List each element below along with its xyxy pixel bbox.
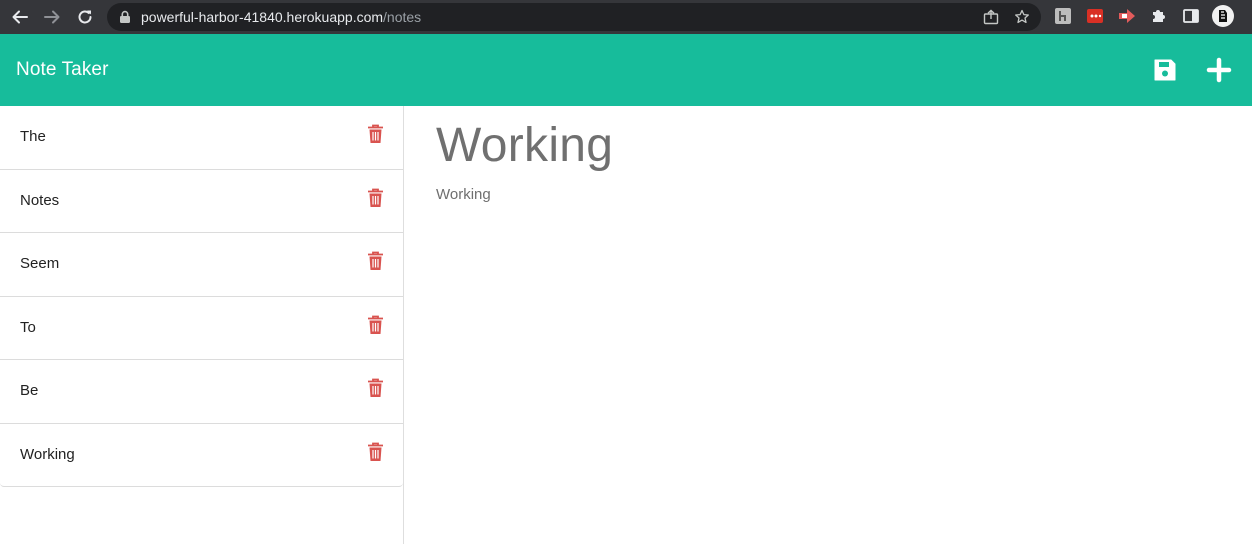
extension-red-icon (1087, 9, 1103, 23)
app-header: Note Taker (0, 34, 1252, 106)
note-list: The Notes Seem To Be Working (0, 106, 403, 487)
reload-button[interactable] (73, 5, 97, 29)
app-title: Note Taker (16, 59, 109, 80)
trash-icon[interactable] (367, 188, 384, 208)
note-title: To (20, 318, 36, 336)
notes-sidebar: The Notes Seem To Be Working (0, 106, 404, 544)
url-domain: powerful-harbor-41840.herokuapp.com (141, 9, 384, 25)
extension-arrow-icon (1119, 9, 1135, 23)
arrow-right-icon (44, 10, 60, 24)
url-text: powerful-harbor-41840.herokuapp.com/note… (141, 3, 421, 31)
save-note-button[interactable] (1152, 57, 1178, 83)
address-bar[interactable]: powerful-harbor-41840.herokuapp.com/note… (107, 3, 1041, 31)
bookmark-button[interactable] (1013, 8, 1031, 26)
share-button[interactable] (982, 8, 1000, 26)
forward-button[interactable] (40, 5, 64, 29)
avatar (1212, 5, 1234, 27)
browser-toolbar: powerful-harbor-41840.herokuapp.com/note… (0, 0, 1252, 34)
trash-icon[interactable] (367, 378, 384, 398)
lock-icon (120, 10, 130, 23)
note-title: Be (20, 382, 39, 399)
arrow-left-icon (12, 10, 28, 24)
note-title: Notes (20, 191, 60, 209)
note-list-item[interactable]: The (0, 106, 403, 169)
extension-h-icon (1055, 8, 1071, 24)
note-title: Seem (20, 255, 60, 272)
star-icon (1015, 9, 1029, 24)
note-list-item[interactable]: To (0, 295, 403, 360)
new-note-button[interactable] (1206, 57, 1232, 83)
plus-icon (1206, 57, 1232, 83)
note-list-item[interactable]: Be (0, 359, 403, 423)
note-text-area[interactable]: Working (436, 186, 491, 203)
extensions-button[interactable] (1150, 7, 1168, 25)
url-path: /notes (383, 9, 422, 25)
note-title-input[interactable]: Working (436, 118, 613, 173)
note-editor: Working Working (405, 106, 1252, 544)
reload-icon (78, 10, 92, 24)
extension-3-button[interactable] (1118, 7, 1136, 25)
trash-icon[interactable] (367, 251, 384, 271)
puzzle-icon (1153, 10, 1165, 22)
note-title: Working (20, 445, 75, 463)
back-button[interactable] (8, 5, 32, 29)
extension-2-button[interactable] (1086, 7, 1104, 25)
note-list-item[interactable]: Notes (0, 168, 403, 233)
profile-button[interactable] (1212, 5, 1234, 27)
trash-icon[interactable] (367, 442, 384, 462)
note-title: The (20, 128, 46, 145)
note-list-item[interactable]: Working (0, 422, 403, 487)
side-panel-icon (1183, 9, 1199, 23)
note-list-item[interactable]: Seem (0, 232, 403, 296)
share-icon (983, 9, 999, 25)
extension-1-button[interactable] (1054, 7, 1072, 25)
trash-icon[interactable] (367, 315, 384, 335)
side-panel-button[interactable] (1182, 7, 1200, 25)
save-icon (1154, 59, 1176, 81)
trash-icon[interactable] (367, 124, 384, 144)
